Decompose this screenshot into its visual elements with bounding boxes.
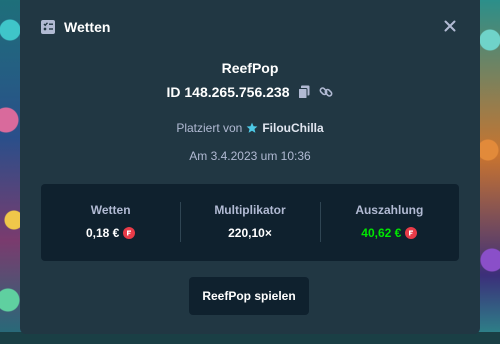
game-name: ReefPop (221, 60, 279, 76)
stat-bet-value: 0,18 € (85, 226, 120, 240)
modal-header: Wetten (40, 14, 460, 40)
close-icon (444, 20, 456, 32)
play-game-button[interactable]: ReefPop spielen (189, 277, 309, 315)
modal-title: Wetten (64, 19, 111, 35)
player-link[interactable]: FilouChilla (246, 121, 324, 135)
stat-bet: Wetten 0,18 € (41, 184, 180, 261)
bet-id: ID 148.265.756.238 (166, 84, 290, 100)
copy-icon (297, 85, 309, 99)
currency-coin-icon (405, 227, 418, 239)
copy-button[interactable] (296, 84, 312, 100)
stat-multiplier-label: Multiplikator (214, 203, 286, 217)
game-background-right (478, 0, 500, 344)
bet-stats-panel: Wetten 0,18 € Multiplikator 220,10× Ausz… (41, 184, 459, 261)
player-name: FilouChilla (262, 121, 324, 135)
stat-payout: Auszahlung 40,62 € (319, 184, 459, 261)
stat-bet-label: Wetten (90, 203, 131, 217)
stat-multiplier-value: 220,10× (228, 226, 272, 240)
stat-payout-value-row: 40,62 € (361, 226, 418, 240)
stat-multiplier: Multiplikator 220,10× (180, 184, 319, 261)
bet-details-modal: Wetten ReefPop ID 148.265.756.238 Platzi… (20, 0, 480, 334)
bet-date: Am 3.4.2023 um 10:36 (189, 149, 311, 163)
stat-bet-value-row: 0,18 € (85, 226, 136, 240)
stat-payout-label: Auszahlung (355, 203, 424, 217)
currency-coin-icon (123, 227, 136, 239)
share-link-button[interactable] (318, 84, 334, 100)
vip-star-icon (246, 122, 258, 133)
link-icon (319, 87, 332, 97)
close-button[interactable] (440, 16, 460, 36)
bet-slip-icon (40, 19, 56, 35)
placed-by-label: Platziert von (176, 121, 243, 135)
bet-id-row: ID 148.265.756.238 (20, 84, 480, 100)
placed-by-row: Platziert von FilouChilla (20, 121, 480, 135)
stat-payout-value: 40,62 € (361, 226, 402, 240)
